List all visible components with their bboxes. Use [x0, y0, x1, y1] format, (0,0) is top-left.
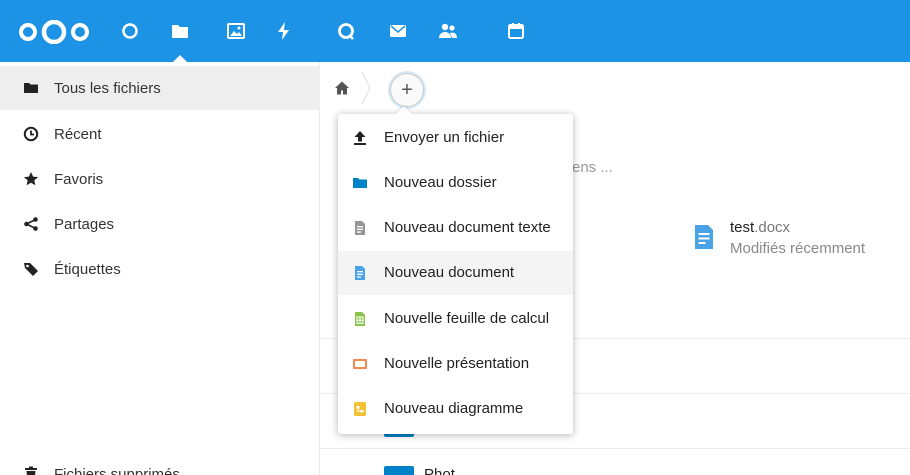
talk-icon — [338, 23, 354, 40]
search-filter-fragment: ens ... — [572, 159, 613, 176]
menu-item-label: Nouvelle feuille de calcul — [384, 310, 550, 327]
files-app-button[interactable] — [160, 0, 200, 62]
folder-icon — [384, 466, 414, 475]
upload-icon — [354, 131, 366, 145]
share-icon — [24, 217, 38, 231]
nextcloud-logo[interactable] — [18, 20, 90, 44]
document-icon[interactable] — [694, 224, 714, 250]
calendar-icon — [508, 23, 524, 39]
file-row-name[interactable]: Phot — [424, 466, 455, 475]
sidebar-item-label: Tous les fichiers — [54, 79, 161, 97]
sidebar-item-label: Étiquettes — [54, 260, 121, 278]
trash-icon — [25, 466, 37, 475]
menu-item-label: Envoyer un fichier — [384, 129, 505, 146]
menu-item-new-document[interactable]: Nouveau document — [338, 251, 573, 295]
sidebar-item-all-files[interactable]: Tous les fichiers — [0, 66, 320, 110]
menu-item-new-folder[interactable]: Nouveau dossier — [338, 161, 573, 205]
sidebar-item-trash[interactable]: Fichiers supprimés — [0, 452, 320, 475]
menu-item-label: Nouveau diagramme — [384, 400, 524, 417]
dashboard-icon — [122, 23, 138, 39]
spreadsheet-icon — [355, 312, 365, 326]
menu-item-upload-file[interactable]: Envoyer un fichier — [338, 116, 573, 160]
activity-app-button[interactable] — [264, 0, 304, 62]
tag-icon — [24, 263, 38, 276]
text-document-icon — [355, 221, 365, 235]
sidebar-item-label: Partages — [54, 215, 115, 233]
sidebar-item-recent[interactable]: Récent — [0, 112, 320, 156]
sidebar-item-favorites[interactable]: Favoris — [0, 157, 320, 201]
top-bar — [0, 0, 910, 62]
sidebar-item-tags[interactable]: Étiquettes — [0, 247, 320, 291]
new-button[interactable]: + — [390, 73, 424, 107]
photos-icon — [227, 23, 245, 39]
sidebar-item-label: Récent — [54, 125, 102, 143]
star-icon — [23, 172, 39, 186]
sidebar-item-shares[interactable]: Partages — [0, 202, 320, 246]
document-icon — [355, 266, 365, 280]
divider — [320, 448, 910, 449]
file-basename: test — [730, 219, 755, 236]
calendar-app-button[interactable] — [496, 0, 536, 62]
folder-icon — [24, 83, 38, 93]
file-extension: .docx — [754, 219, 791, 236]
breadcrumb-separator — [361, 71, 371, 105]
menu-item-label: Nouveau document — [384, 264, 515, 281]
photos-app-button[interactable] — [216, 0, 256, 62]
menu-item-label: Nouvelle présentation — [384, 355, 530, 372]
contacts-icon — [439, 23, 457, 38]
contacts-app-button[interactable] — [428, 0, 468, 62]
sidebar: Tous les fichiers Récent Favoris Partage… — [0, 62, 320, 475]
sidebar-item-label: Favoris — [54, 170, 104, 188]
menu-item-label: Nouveau dossier — [384, 174, 497, 191]
dashboard-app-button[interactable] — [110, 0, 150, 62]
plus-icon: + — [401, 78, 413, 101]
mail-icon — [390, 25, 406, 37]
recent-file-subtitle: Modifiés récemment — [730, 240, 866, 257]
activity-icon — [278, 22, 289, 40]
mail-app-button[interactable] — [378, 0, 418, 62]
files-icon — [172, 25, 188, 38]
new-menu: Envoyer un fichier Nouveau dossier Nouve… — [338, 114, 573, 434]
sidebar-item-label: Fichiers supprimés — [54, 465, 180, 475]
talk-app-button[interactable] — [326, 0, 366, 62]
menu-item-new-spreadsheet[interactable]: Nouvelle feuille de calcul — [338, 297, 573, 341]
menu-item-new-presentation[interactable]: Nouvelle présentation — [338, 342, 573, 386]
diagram-icon — [354, 402, 366, 416]
clock-icon — [23, 126, 39, 142]
presentation-icon — [353, 359, 367, 369]
home-icon[interactable] — [334, 80, 350, 96]
menu-item-new-diagram[interactable]: Nouveau diagramme — [338, 387, 573, 431]
menu-item-label: Nouveau document texte — [384, 219, 551, 236]
menu-item-new-text-document[interactable]: Nouveau document texte — [338, 206, 573, 250]
recent-file-name[interactable]: test.docx — [730, 219, 790, 236]
folder-icon — [353, 178, 367, 188]
